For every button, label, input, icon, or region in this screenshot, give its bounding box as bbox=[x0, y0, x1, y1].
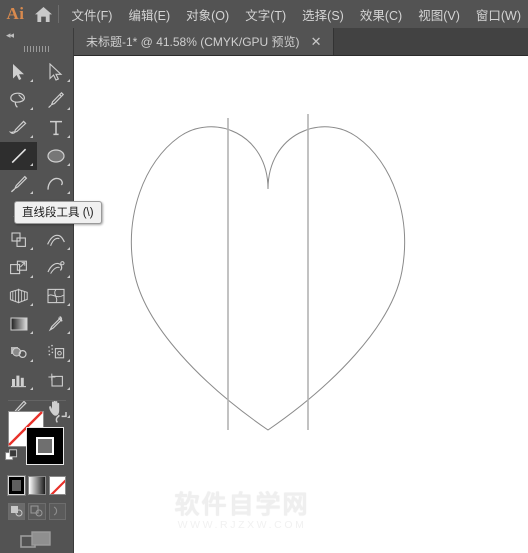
tool-flyout-indicator bbox=[67, 303, 70, 306]
type-tool[interactable] bbox=[37, 114, 74, 142]
line-segment-tool[interactable] bbox=[0, 142, 37, 170]
tool-grid bbox=[0, 56, 74, 450]
tool-flyout-indicator bbox=[30, 331, 33, 334]
tool-flyout-indicator bbox=[67, 387, 70, 390]
curvature-tool[interactable] bbox=[0, 114, 37, 142]
tool-flyout-indicator bbox=[67, 135, 70, 138]
tool-flyout-indicator bbox=[30, 79, 33, 82]
artboard-tool[interactable] bbox=[37, 366, 74, 394]
menu-file[interactable]: 文件(F) bbox=[65, 1, 120, 28]
tool-flyout-indicator bbox=[30, 135, 33, 138]
menu-effect[interactable]: 效果(C) bbox=[353, 1, 409, 28]
selection-tool[interactable] bbox=[0, 58, 37, 86]
tool-flyout-indicator bbox=[30, 247, 33, 250]
width-tool[interactable] bbox=[37, 226, 74, 254]
document-tab-title: 未标题-1* @ 41.58% (CMYK/GPU 预览) bbox=[86, 35, 300, 49]
tool-flyout-indicator bbox=[67, 163, 70, 166]
menu-object[interactable]: 对象(O) bbox=[179, 1, 236, 28]
tool-flyout-indicator bbox=[30, 163, 33, 166]
tool-flyout-indicator bbox=[30, 275, 33, 278]
heart-path[interactable] bbox=[130, 126, 406, 431]
illustrator-window: Ai 文件(F) 编辑(E) 对象(O) 文字(T) 选择(S) 效果(C) 视… bbox=[0, 0, 528, 553]
fill-stroke-controls bbox=[0, 409, 74, 471]
artwork bbox=[130, 114, 406, 431]
home-icon[interactable] bbox=[31, 6, 56, 23]
tool-flyout-indicator bbox=[30, 359, 33, 362]
tool-flyout-indicator bbox=[67, 275, 70, 278]
tool-flyout-indicator bbox=[30, 191, 33, 194]
document-tab-bar: 未标题-1* @ 41.58% (CMYK/GPU 预览) ✕ bbox=[74, 28, 528, 56]
tool-flyout-indicator bbox=[30, 387, 33, 390]
color-mode-swatches bbox=[0, 471, 74, 497]
swap-fill-stroke-icon[interactable] bbox=[54, 410, 69, 429]
menu-divider bbox=[57, 5, 59, 23]
paintbrush-tool[interactable] bbox=[0, 170, 37, 198]
pen-tool[interactable] bbox=[37, 86, 74, 114]
mesh-tool[interactable] bbox=[37, 282, 74, 310]
default-fill-stroke-icon[interactable] bbox=[5, 449, 19, 468]
direct-selection-tool[interactable] bbox=[37, 58, 74, 86]
artboard-canvas[interactable]: 软件自学网 WWW.RJZXW.COM bbox=[74, 56, 528, 553]
blend-tool[interactable] bbox=[0, 338, 37, 366]
tool-flyout-indicator bbox=[67, 107, 70, 110]
perspective-grid-tool[interactable] bbox=[0, 282, 37, 310]
gradient-tool[interactable] bbox=[0, 310, 37, 338]
gradient-swatch[interactable] bbox=[28, 475, 46, 495]
ellipse-tool[interactable] bbox=[37, 142, 74, 170]
tool-flyout-indicator bbox=[67, 359, 70, 362]
menu-edit[interactable]: 编辑(E) bbox=[121, 1, 177, 28]
tool-flyout-indicator bbox=[30, 303, 33, 306]
none-swatch[interactable] bbox=[48, 475, 66, 495]
lasso-tool[interactable] bbox=[0, 86, 37, 114]
color-swatch[interactable] bbox=[6, 474, 27, 496]
tool-flyout-indicator bbox=[67, 331, 70, 334]
tool-flyout-indicator bbox=[67, 247, 70, 250]
draw-normal-mode[interactable] bbox=[8, 502, 26, 520]
scale-tool[interactable] bbox=[0, 226, 37, 254]
shaper-tool[interactable] bbox=[37, 170, 74, 198]
menu-view[interactable]: 视图(V) bbox=[411, 1, 467, 28]
menu-window[interactable]: 窗口(W) bbox=[469, 1, 528, 28]
drawing-modes bbox=[0, 497, 74, 521]
free-transform-tool[interactable] bbox=[0, 254, 37, 282]
menu-select[interactable]: 选择(S) bbox=[295, 1, 351, 28]
symbol-sprayer-tool[interactable] bbox=[37, 338, 74, 366]
tool-tooltip: 直线段工具 (\) bbox=[14, 201, 102, 224]
tool-flyout-indicator bbox=[67, 79, 70, 82]
eyedropper-tool[interactable] bbox=[37, 310, 74, 338]
close-icon[interactable]: ✕ bbox=[309, 33, 324, 51]
tools-panel: ◂◂ 直线段工具 (\) bbox=[0, 28, 102, 553]
tool-flyout-indicator bbox=[30, 107, 33, 110]
app-logo: Ai bbox=[6, 4, 25, 23]
column-graph-tool[interactable] bbox=[0, 366, 37, 394]
change-screen-mode[interactable] bbox=[0, 521, 74, 553]
draw-behind-mode[interactable] bbox=[28, 502, 46, 520]
draw-inside-mode[interactable] bbox=[48, 502, 66, 520]
tool-flyout-indicator bbox=[67, 191, 70, 194]
panel-drag-handle[interactable] bbox=[0, 42, 73, 56]
shape-builder-tool[interactable] bbox=[37, 254, 74, 282]
stroke-color-swatch[interactable] bbox=[26, 427, 64, 465]
document-tab[interactable]: 未标题-1* @ 41.58% (CMYK/GPU 预览) ✕ bbox=[74, 28, 335, 55]
menu-item-list: 文件(F) 编辑(E) 对象(O) 文字(T) 选择(S) 效果(C) 视图(V… bbox=[65, 1, 528, 28]
stroke-inner bbox=[36, 437, 54, 455]
menu-bar: Ai 文件(F) 编辑(E) 对象(O) 文字(T) 选择(S) 效果(C) 视… bbox=[0, 0, 528, 28]
divider bbox=[8, 400, 66, 401]
collapse-panel-button[interactable]: ◂◂ bbox=[0, 28, 73, 42]
color-controls bbox=[0, 400, 74, 553]
menu-type[interactable]: 文字(T) bbox=[238, 1, 293, 28]
